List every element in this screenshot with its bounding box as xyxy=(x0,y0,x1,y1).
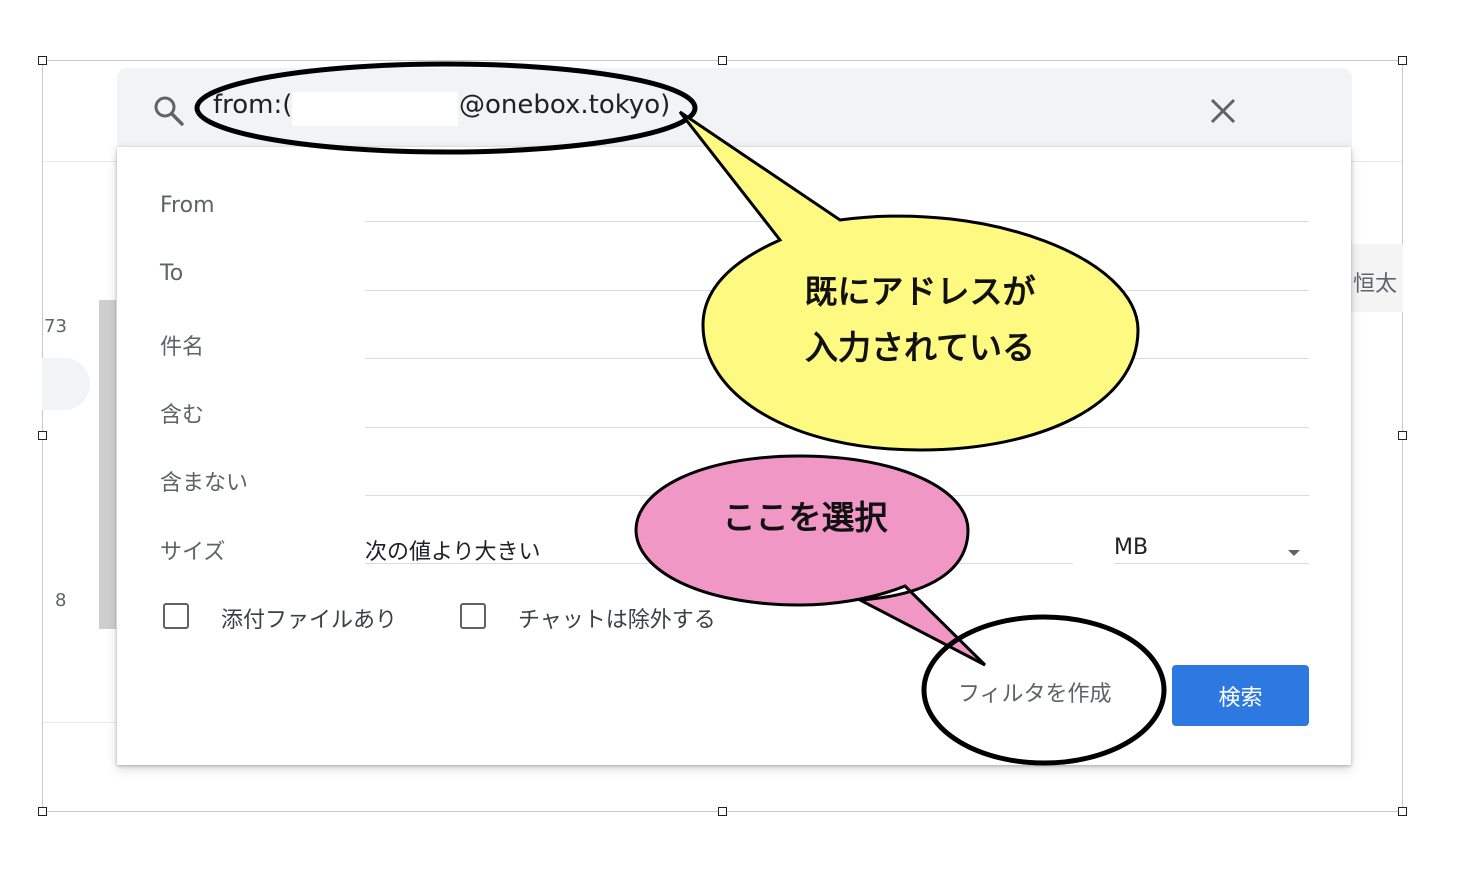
highlight-ellipse-create-filter xyxy=(921,614,1167,766)
annotation-layer xyxy=(194,61,1167,766)
pink-callout-bubble xyxy=(634,454,987,667)
highlight-ellipse-query xyxy=(194,61,698,155)
yellow-callout-line: 入力されている xyxy=(804,328,1035,367)
yellow-callout-text: 既にアドレスが 入力されている xyxy=(740,264,1100,376)
yellow-callout-line: 既にアドレスが xyxy=(804,272,1036,311)
pink-callout-text: ここを選択 xyxy=(722,498,888,537)
